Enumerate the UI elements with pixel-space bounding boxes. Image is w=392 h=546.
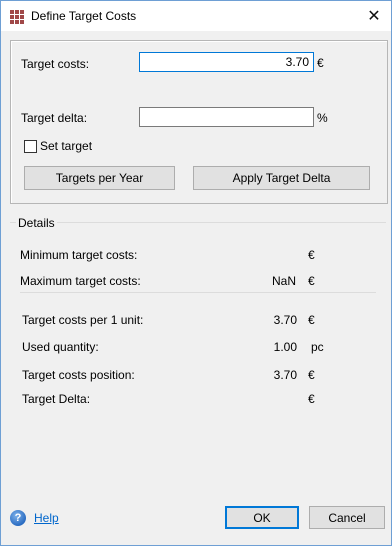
- define-target-costs-dialog: Define Target Costs ✕ Target costs: € Ta…: [0, 0, 392, 546]
- cancel-button[interactable]: Cancel: [309, 506, 385, 529]
- details-separator: [20, 292, 376, 293]
- used-quantity-value: 1.00: [273, 340, 297, 354]
- target-delta-unit: %: [317, 111, 328, 125]
- target-input-panel: Target costs: € Target delta: % Set targ…: [10, 40, 388, 204]
- max-target-costs-unit: €: [308, 274, 315, 288]
- target-delta-detail-unit: €: [308, 392, 315, 406]
- target-delta-label: Target delta:: [21, 111, 88, 125]
- target-costs-position-label: Target costs position:: [22, 368, 135, 382]
- close-button[interactable]: ✕: [357, 1, 391, 31]
- max-target-costs-label: Maximum target costs:: [20, 274, 141, 288]
- target-delta-detail-label: Target Delta:: [22, 392, 91, 406]
- help-link[interactable]: Help: [34, 511, 59, 525]
- target-costs-label: Target costs:: [21, 57, 90, 71]
- ok-button[interactable]: OK: [225, 506, 299, 529]
- target-costs-input[interactable]: [139, 52, 314, 72]
- details-group: Details Minimum target costs: € Maximum …: [10, 216, 386, 492]
- target-costs-unit: €: [317, 56, 324, 70]
- details-caption: Details: [16, 216, 57, 230]
- min-target-costs-unit: €: [308, 248, 315, 262]
- grid-app-icon: [10, 10, 24, 24]
- per-unit-unit: €: [308, 313, 315, 327]
- window-title: Define Target Costs: [31, 9, 137, 23]
- help-icon[interactable]: ?: [10, 510, 26, 526]
- targets-per-year-button[interactable]: Targets per Year: [24, 166, 175, 190]
- per-unit-label: Target costs per 1 unit:: [22, 313, 144, 327]
- target-delta-input[interactable]: [139, 107, 314, 127]
- details-divider: [10, 222, 386, 223]
- set-target-checkbox[interactable]: [24, 140, 37, 153]
- target-costs-position-value: 3.70: [273, 368, 297, 382]
- apply-target-delta-button[interactable]: Apply Target Delta: [193, 166, 370, 190]
- close-icon: ✕: [367, 8, 381, 25]
- set-target-label[interactable]: Set target: [40, 139, 92, 153]
- max-target-costs-value: NaN: [271, 274, 296, 288]
- min-target-costs-label: Minimum target costs:: [20, 248, 138, 262]
- used-quantity-label: Used quantity:: [22, 340, 99, 354]
- title-bar[interactable]: Define Target Costs ✕: [1, 1, 391, 31]
- target-costs-position-unit: €: [308, 368, 315, 382]
- used-quantity-unit: pc: [311, 340, 324, 354]
- per-unit-value: 3.70: [273, 313, 297, 327]
